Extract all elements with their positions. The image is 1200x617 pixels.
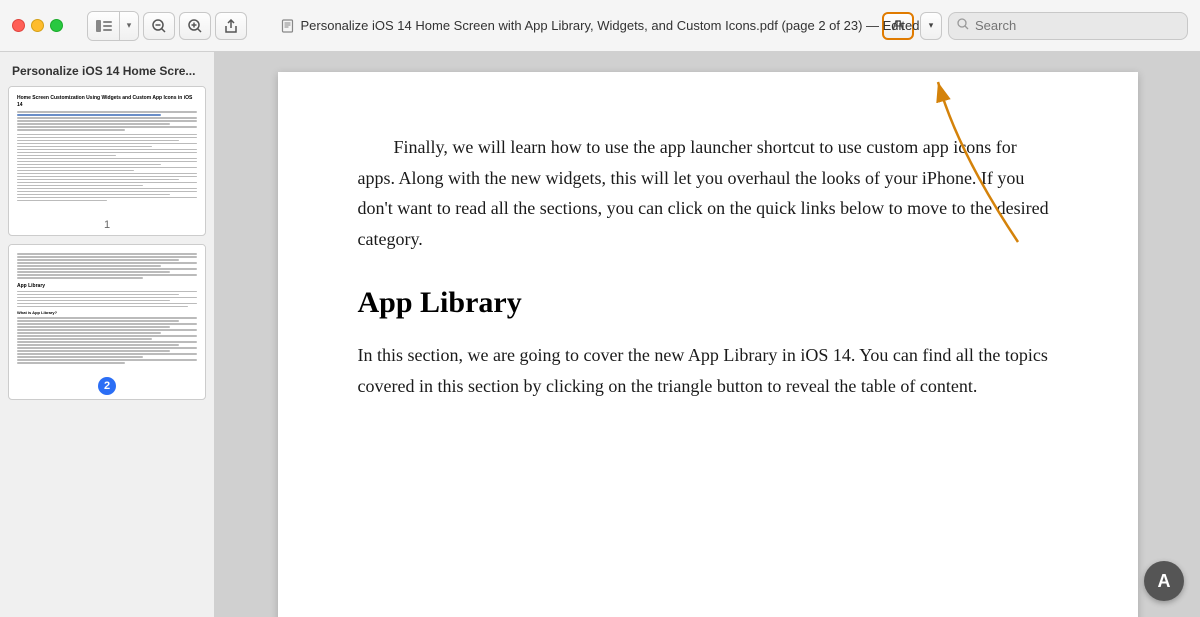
main-area: Personalize iOS 14 Home Scre... Home Scr…	[0, 52, 1200, 617]
search-icon	[957, 18, 969, 33]
sidebar-document-title: Personalize iOS 14 Home Scre...	[0, 60, 214, 86]
toolbar-right: ▾	[882, 12, 1188, 40]
accessibility-button[interactable]: A	[1144, 561, 1184, 601]
page-1-preview: Home Screen Customization Using Widgets …	[9, 87, 205, 217]
toolbar-left: ▾	[87, 11, 247, 41]
pdf-section-heading: App Library	[358, 286, 1058, 320]
search-bar[interactable]	[948, 12, 1188, 40]
pdf-page: Finally, we will learn how to use the ap…	[278, 72, 1138, 617]
pdf-viewer[interactable]: Finally, we will learn how to use the ap…	[215, 52, 1200, 617]
sidebar: Personalize iOS 14 Home Scre... Home Scr…	[0, 52, 215, 617]
title-bar: ▾	[0, 0, 1200, 52]
search-input[interactable]	[975, 18, 1179, 33]
zoom-in-button[interactable]	[179, 12, 211, 40]
pdf-body-paragraph: Finally, we will learn how to use the ap…	[358, 132, 1058, 254]
zoom-in-icon	[188, 19, 202, 33]
sidebar-icon	[96, 20, 112, 32]
sidebar-toggle-button[interactable]	[88, 12, 120, 40]
sidebar-toggle-group[interactable]: ▾	[87, 11, 139, 41]
traffic-lights	[12, 19, 63, 32]
maximize-button[interactable]	[50, 19, 63, 32]
zoom-out-button[interactable]	[143, 12, 175, 40]
close-button[interactable]	[12, 19, 25, 32]
share-icon	[224, 19, 238, 33]
page-thumbnail-1[interactable]: Home Screen Customization Using Widgets …	[8, 86, 206, 236]
page-thumbnail-2[interactable]: App Library What is App Library?	[8, 244, 206, 400]
sidebar-toggle-dropdown[interactable]: ▾	[120, 12, 138, 40]
minimize-button[interactable]	[31, 19, 44, 32]
title-area: Personalize iOS 14 Home Screen with App …	[280, 18, 919, 33]
markup-dropdown-button[interactable]: ▾	[920, 12, 942, 40]
page-number-1: 1	[9, 217, 205, 235]
page-number-2: 2	[9, 375, 205, 399]
window-title: Personalize iOS 14 Home Screen with App …	[300, 18, 919, 33]
share-button[interactable]	[215, 12, 247, 40]
accessibility-icon: A	[1158, 571, 1171, 592]
chevron-down-icon: ▾	[929, 20, 934, 31]
pdf-document-icon	[280, 19, 294, 33]
current-page-badge: 2	[98, 377, 116, 395]
page-2-preview: App Library What is App Library?	[9, 245, 205, 375]
pdf-section-paragraph: In this section, we are going to cover t…	[358, 340, 1058, 401]
zoom-out-icon	[152, 19, 166, 33]
